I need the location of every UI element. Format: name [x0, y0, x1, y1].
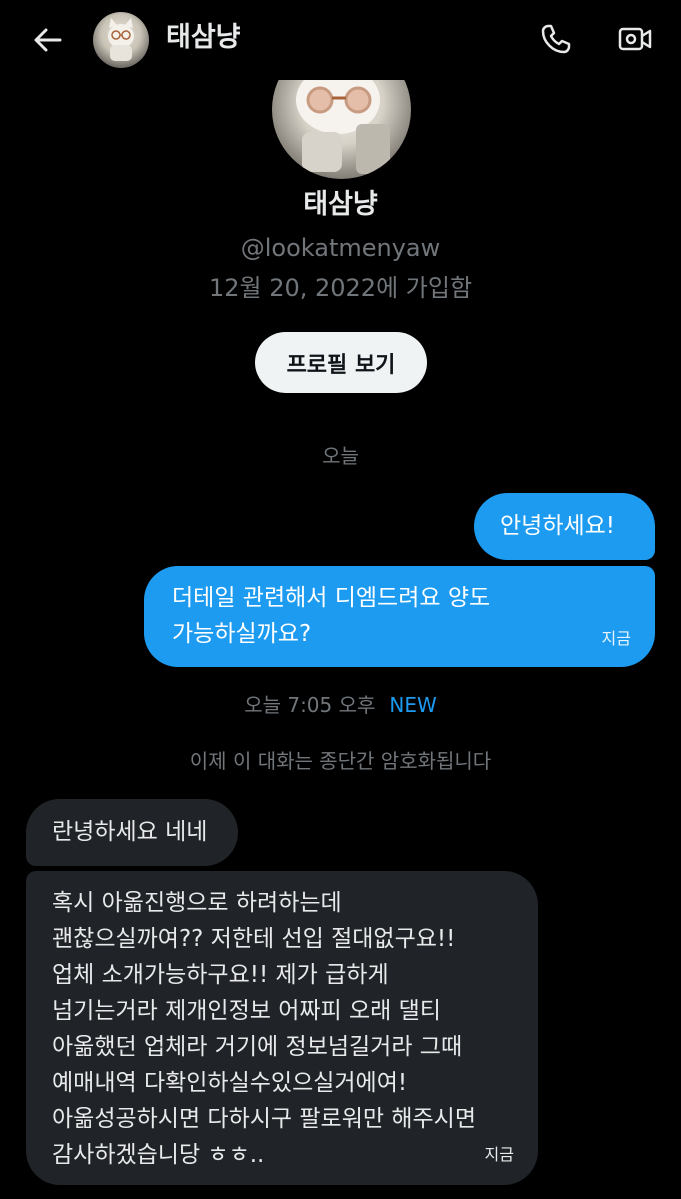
message-bubble-received[interactable]: 란녕하세요 네네	[26, 799, 238, 866]
message-text: 괜찮으실까여?? 저한테 선입 절대없구요!!	[52, 926, 456, 952]
date-separator-today: 오늘	[322, 444, 359, 468]
message-text: 혹시 아옮진행으로 하려하는데	[52, 890, 342, 916]
cat-avatar-image	[108, 18, 134, 61]
conversation-title[interactable]: 태삼냥	[166, 18, 241, 58]
message-text: 란녕하세요 네네	[52, 819, 208, 845]
message-text: 넘기는거라 제개인정보 어짜피 오래 댈티	[52, 998, 441, 1024]
profile-name: 태삼냥	[303, 189, 378, 220]
message-timestamp: 지금	[484, 1145, 514, 1164]
profile-join-date: 12월 20, 2022에 가입함	[208, 274, 473, 302]
video-call-button[interactable]	[612, 16, 658, 62]
message-text: 업체 소개가능하구요!! 제가 급하게	[52, 962, 389, 988]
arrow-left-icon	[34, 28, 62, 52]
back-button[interactable]	[26, 18, 70, 62]
message-text: 예매내역 다확인하실수있으실거에여!	[52, 1070, 408, 1096]
message-text: 아옮성공하시면 다하시구 팔로워만 해주시면	[52, 1106, 476, 1132]
top-bar: 태삼냥	[0, 0, 681, 80]
profile-handle: @lookatmenyaw	[240, 234, 441, 262]
message-text: 가능하실까요?	[172, 621, 312, 647]
message-bubble-sent[interactable]: 더테일 관련해서 디엠드려요 양도 가능하실까요? 지금	[144, 566, 655, 667]
voice-call-button[interactable]	[533, 16, 579, 62]
message-text: 감사하겠습니당 ㅎㅎ..	[52, 1142, 265, 1168]
time-separator-label: 오늘 7:05 오후	[244, 693, 376, 717]
message-bubble-sent[interactable]: 안녕하세요!	[474, 493, 655, 560]
message-timestamp: 지금	[601, 629, 631, 648]
video-camera-icon	[618, 27, 652, 51]
header-avatar[interactable]	[93, 12, 149, 68]
phone-icon	[541, 24, 571, 54]
message-text: 아옮했던 업체라 거기에 정보넘길거라 그때	[52, 1034, 463, 1060]
view-profile-button[interactable]: 프로필 보기	[255, 332, 427, 393]
time-separator: 오늘 7:05 오후 NEW	[0, 690, 681, 720]
message-bubble-received[interactable]: 혹시 아옮진행으로 하려하는데 괜찮으실까여?? 저한테 선입 절대없구요!! …	[26, 871, 538, 1185]
encryption-notice: 이제 이 대화는 종단간 암호화됩니다	[189, 749, 492, 773]
new-messages-badge: NEW	[389, 693, 437, 717]
message-text: 더테일 관련해서 디엠드려요 양도	[172, 585, 491, 611]
message-text: 안녕하세요!	[500, 513, 616, 539]
